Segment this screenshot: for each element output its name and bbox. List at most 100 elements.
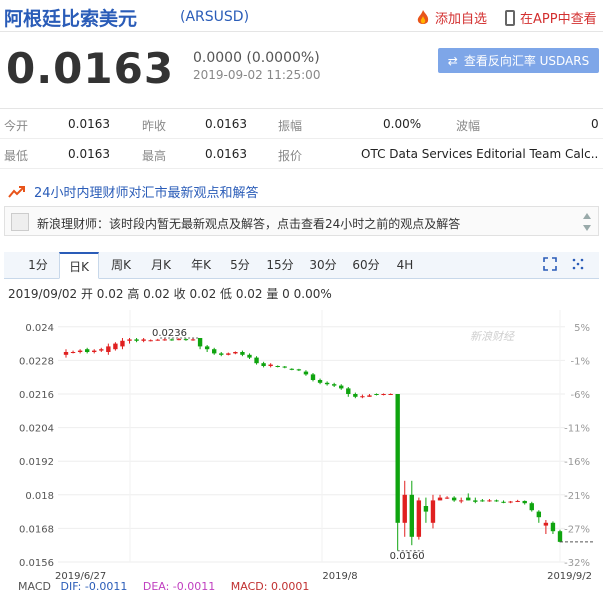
candle-body (233, 352, 238, 354)
tab-60min[interactable]: 60分 (349, 252, 383, 279)
tab-daily-k[interactable]: 日K (59, 252, 99, 279)
advisor-news-heading[interactable]: 24小时内理财师对汇市最新观点和解答 (8, 182, 259, 201)
pct-tick-label: 5% (574, 323, 590, 334)
candle-body (324, 382, 330, 385)
pct-tick-label: -1% (571, 356, 590, 367)
view-in-app-button[interactable]: 在APP中查看 (505, 8, 597, 27)
candle-body (473, 500, 478, 502)
currency-code: (ARSUSD) (180, 9, 250, 25)
candle-body (409, 494, 414, 537)
candle-body (416, 500, 422, 537)
watermark-text: 新浪财经 (470, 330, 515, 343)
candle-body (169, 339, 175, 341)
macd-dif: DIF: -0.0011 (60, 580, 128, 593)
candle-body (374, 394, 379, 395)
stat-label: 最高 (142, 149, 167, 163)
candle-body (529, 503, 534, 511)
tab-1min[interactable]: 1分 (24, 252, 52, 279)
y-tick-label: 0.018 (25, 491, 54, 502)
candle-body (430, 500, 436, 523)
candle-body (543, 522, 549, 526)
candle-body (437, 497, 443, 501)
candle-body (155, 339, 160, 341)
candle-body (148, 340, 153, 342)
stat-value: 0.0163 (68, 117, 110, 131)
current-price: 0.0163 (6, 44, 175, 93)
advisor-news-item[interactable]: 新浪理财师：该时段内暂无最新观点及解答，点击查看24小时之前的观点及解答 (4, 206, 599, 236)
candle-body (99, 349, 104, 351)
y-tick-label: 0.0192 (19, 457, 54, 468)
candle-body (162, 339, 167, 341)
candle-body (204, 346, 210, 350)
candle-body (212, 349, 217, 354)
reverse-rate-button[interactable]: ⇄ 查看反向汇率 USDARS (438, 48, 599, 73)
advisor-news-text: 新浪理财师：该时段内暂无最新观点及解答，点击查看24小时之前的观点及解答 (37, 217, 461, 231)
pct-tick-label: -27% (564, 524, 590, 535)
candle-body (381, 394, 386, 395)
candle-body (106, 346, 111, 352)
candle-body (289, 368, 295, 370)
swap-icon: ⇄ (447, 53, 458, 68)
y-tick-label: 0.024 (25, 323, 54, 334)
candle-body (353, 394, 358, 397)
y-tick-label: 0.0216 (19, 390, 54, 401)
candle-body (388, 394, 393, 395)
stat-label: 今开 (4, 119, 29, 133)
stats-row: 今开 0.0163 昨收 0.0163 振幅 0.00% 波幅 0 (0, 109, 603, 139)
candle-body (536, 511, 542, 518)
candle-body (444, 497, 450, 499)
candle-body (240, 352, 245, 355)
page-header: 阿根廷比索美元 (ARSUSD) 添加自选 在APP中查看 (0, 0, 603, 32)
tab-monthly-k[interactable]: 月K (145, 252, 177, 279)
stat-label: 振幅 (278, 119, 303, 133)
x-tick-label: 2019/6/27 (55, 571, 106, 580)
candle-body (331, 384, 337, 386)
tab-4h[interactable]: 4H (391, 252, 419, 279)
candle-body (522, 500, 527, 504)
candle-body (296, 369, 302, 371)
candle-body (219, 353, 224, 355)
fullscreen-icon[interactable] (543, 257, 557, 271)
candle-body (317, 380, 323, 383)
candle-body (466, 497, 471, 501)
candle-body (254, 357, 259, 364)
candle-body (183, 339, 189, 341)
tab-yearly-k[interactable]: 年K (185, 252, 217, 279)
stat-label: 最低 (4, 149, 29, 163)
avatar (11, 213, 29, 231)
stats-row: 最低 0.0163 最高 0.0163 报价 OTC Data Services… (0, 139, 603, 169)
page-title: 阿根廷比索美元 (4, 8, 138, 30)
stat-label: 昨收 (142, 119, 167, 133)
candle-body (360, 396, 365, 398)
candle-body (63, 352, 69, 355)
candle-body (402, 494, 407, 523)
add-watchlist-button[interactable]: 添加自选 (416, 8, 487, 27)
tab-weekly-k[interactable]: 周K (105, 252, 137, 279)
pct-tick-label: -16% (564, 457, 590, 468)
candle-body (120, 340, 125, 347)
candle-body (303, 371, 309, 375)
view-in-app-label: 在APP中查看 (520, 12, 597, 27)
candle-body (261, 363, 266, 366)
quote-time: 2019-09-02 11:25:00 (193, 68, 321, 82)
tab-30min[interactable]: 30分 (306, 252, 340, 279)
stat-value: OTC Data Services Editorial Team Calc... (361, 147, 599, 161)
settings-dots-icon[interactable] (571, 257, 585, 271)
tab-15min[interactable]: 15分 (263, 252, 297, 279)
reverse-rate-label: 查看反向汇率 USDARS (463, 54, 590, 68)
candle-body (346, 388, 351, 394)
candle-body (70, 352, 76, 353)
candle-body (268, 364, 273, 366)
candle-body (451, 497, 457, 501)
candle-body (515, 500, 520, 502)
tab-5min[interactable]: 5分 (226, 252, 254, 279)
candlestick-chart[interactable]: 0.024 5% 0.0228 -1% 0.0216 -6% 0.0204 -11% 0.019… (0, 300, 603, 580)
scroll-arrows-icon[interactable] (582, 211, 592, 233)
stat-value: 0.0163 (205, 147, 247, 161)
macd-title: MACD (18, 580, 51, 593)
candle-body (367, 395, 372, 397)
candle-body (176, 339, 182, 341)
candle-body (247, 354, 252, 358)
pct-tick-label: -11% (564, 424, 590, 435)
candle-body (197, 338, 203, 347)
